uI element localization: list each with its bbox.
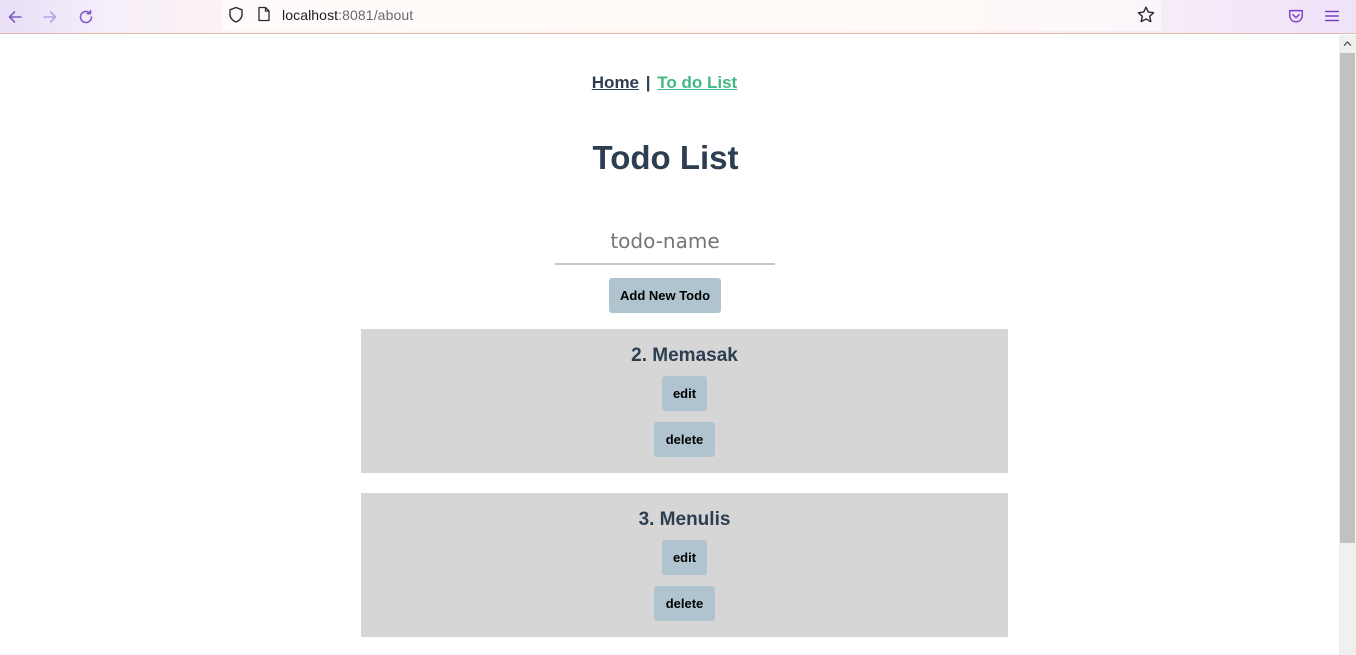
forward-arrow-icon bbox=[43, 11, 57, 23]
todo-item: 2. Memasak edit delete bbox=[361, 329, 1008, 473]
vertical-scrollbar[interactable] bbox=[1339, 35, 1356, 655]
todo-item-title: 3. Menulis bbox=[638, 509, 731, 530]
bookmark-star-icon[interactable] bbox=[1136, 5, 1156, 25]
page-title: Todo List bbox=[592, 139, 739, 176]
browser-toolbar: localhost:8081/about bbox=[0, 0, 1356, 34]
url-text[interactable]: localhost:8081/about bbox=[282, 7, 413, 23]
scrollbar-thumb[interactable] bbox=[1340, 53, 1355, 543]
nav-separator: | bbox=[645, 73, 651, 92]
back-arrow-icon bbox=[8, 11, 22, 23]
page-content: Home | To do List Todo List Add New Todo… bbox=[0, 35, 1339, 655]
top-nav: Home | To do List bbox=[0, 73, 1329, 93]
pocket-icon bbox=[1288, 9, 1304, 23]
todo-name-input[interactable] bbox=[555, 219, 775, 265]
todo-item: 3. Menulis edit delete bbox=[361, 493, 1008, 637]
add-new-todo-button[interactable]: Add New Todo bbox=[609, 278, 721, 313]
url-path: :8081/about bbox=[338, 7, 414, 23]
back-button[interactable] bbox=[2, 4, 28, 30]
forward-button[interactable] bbox=[37, 4, 63, 30]
url-host: localhost bbox=[282, 7, 339, 23]
nav-link-todo-list[interactable]: To do List bbox=[657, 73, 737, 92]
menu-button[interactable] bbox=[1322, 6, 1342, 26]
hamburger-menu-icon bbox=[1324, 10, 1340, 22]
reload-button[interactable] bbox=[73, 4, 99, 30]
chevron-up-icon bbox=[1343, 41, 1352, 46]
url-bar[interactable]: localhost:8081/about bbox=[221, 0, 1161, 31]
shield-icon[interactable] bbox=[228, 6, 244, 24]
nav-link-home[interactable]: Home bbox=[592, 73, 639, 92]
todo-item-title: 2. Memasak bbox=[631, 345, 738, 366]
delete-button[interactable]: delete bbox=[654, 422, 715, 457]
scroll-up-button[interactable] bbox=[1339, 35, 1356, 52]
edit-button[interactable]: edit bbox=[662, 376, 707, 411]
pocket-button[interactable] bbox=[1286, 6, 1306, 26]
reload-icon bbox=[79, 9, 93, 24]
delete-button[interactable]: delete bbox=[654, 586, 715, 621]
page-info-icon[interactable] bbox=[257, 6, 271, 22]
edit-button[interactable]: edit bbox=[662, 540, 707, 575]
